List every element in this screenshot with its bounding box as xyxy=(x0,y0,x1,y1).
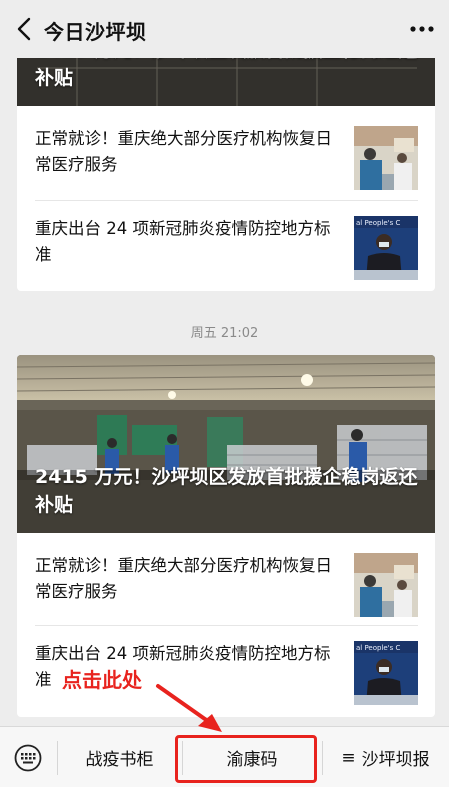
article-item[interactable]: 正常就诊！重庆绝大部分医疗机构恢复日常医疗服务 xyxy=(17,539,435,623)
article-card-top: 2415 万元！沙坪坝区发放首批援企稳岗返还补贴 正常就诊！重庆绝大部分医疗机构… xyxy=(17,36,435,291)
medical-thumbnail xyxy=(354,553,418,617)
hero-article[interactable]: 2415 万元！沙坪坝区发放首批援企稳岗返还补贴 xyxy=(17,355,435,533)
article-title: 重庆出台 24 项新冠肺炎疫情防控地方标准 xyxy=(35,219,331,264)
divider xyxy=(35,625,418,626)
annotation-arrow-icon xyxy=(156,684,222,732)
article-item[interactable]: 正常就诊！重庆绝大部分医疗机构恢复日常医疗服务 xyxy=(17,112,435,196)
more-dots-icon[interactable] xyxy=(407,18,437,40)
press-conference-thumbnail: al People's C xyxy=(354,641,418,705)
article-item[interactable]: 重庆出台 24 项新冠肺炎疫情防控地方标准 al People's C xyxy=(17,202,435,286)
annotation-label: 点击此处 xyxy=(62,668,142,692)
timestamp: 周五 21:02 xyxy=(190,326,259,341)
menu-shapingba-bao[interactable]: ≡ 沙坪坝报 xyxy=(322,727,449,787)
top-nav-bar: 今日沙坪坝 xyxy=(0,0,449,58)
article-title: 正常就诊！重庆绝大部分医疗机构恢复日常医疗服务 xyxy=(35,129,332,174)
submenu-icon: ≡ xyxy=(341,747,356,768)
menu-label: 战疫书柜 xyxy=(85,750,154,770)
article-card-bottom: 2415 万元！沙坪坝区发放首批援企稳岗返还补贴 正常就诊！重庆绝大部分医疗机构… xyxy=(17,355,435,717)
thumb-banner-text: al People's C xyxy=(356,644,401,652)
divider xyxy=(35,200,418,201)
keyboard-icon[interactable] xyxy=(14,744,42,772)
menu-label: 沙坪坝报 xyxy=(361,750,430,770)
chevron-left-icon[interactable] xyxy=(12,16,38,42)
page-title: 今日沙坪坝 xyxy=(44,20,147,44)
medical-thumbnail xyxy=(354,126,418,190)
thumb-banner-text: al People's C xyxy=(356,219,401,227)
press-conference-thumbnail: al People's C xyxy=(354,216,418,280)
hero-title: 2415 万元！沙坪坝区发放首批援企稳岗返还补贴 xyxy=(35,466,418,516)
article-title: 正常就诊！重庆绝大部分医疗机构恢复日常医疗服务 xyxy=(35,556,332,601)
menu-label: 渝康码 xyxy=(226,750,278,770)
